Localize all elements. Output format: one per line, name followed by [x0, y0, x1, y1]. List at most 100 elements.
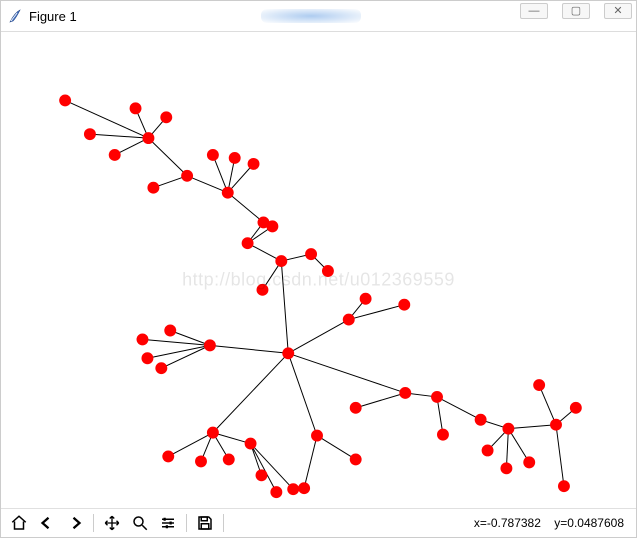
- graph-node: [570, 402, 582, 414]
- graph-node: [502, 423, 514, 435]
- graph-edge: [161, 345, 210, 368]
- graph-node: [431, 391, 443, 403]
- zoom-icon: [131, 514, 149, 532]
- graph-node: [475, 414, 487, 426]
- graph-node: [257, 284, 269, 296]
- graph-node: [298, 482, 310, 494]
- graph-edge: [288, 353, 317, 435]
- back-button[interactable]: [33, 510, 61, 536]
- navigation-toolbar: x=-0.787382 y=0.0487608: [1, 508, 636, 537]
- maximize-button[interactable]: ▢: [562, 3, 590, 19]
- graph-edge: [508, 425, 556, 429]
- graph-edge: [142, 339, 209, 345]
- graph-edge: [90, 134, 149, 138]
- graph-node: [207, 149, 219, 161]
- back-arrow-icon: [38, 514, 56, 532]
- graph-node: [248, 158, 260, 170]
- toolbar-separator: [223, 514, 224, 532]
- graph-node: [84, 128, 96, 140]
- graph-node: [533, 379, 545, 391]
- graph-node: [155, 362, 167, 374]
- graph-node: [222, 187, 234, 199]
- subplots-button[interactable]: [154, 510, 182, 536]
- home-icon: [10, 514, 28, 532]
- graph-node: [141, 352, 153, 364]
- graph-edge: [317, 436, 356, 460]
- graph-node: [322, 265, 334, 277]
- window-title: Figure 1: [29, 9, 77, 24]
- graph-node: [350, 453, 362, 465]
- pan-button[interactable]: [98, 510, 126, 536]
- graph-node: [207, 427, 219, 439]
- forward-button[interactable]: [61, 510, 89, 536]
- close-button[interactable]: ✕: [604, 3, 632, 19]
- graph-node: [59, 94, 71, 106]
- graph-node: [164, 325, 176, 337]
- graph-node: [343, 314, 355, 326]
- minimize-button[interactable]: —: [520, 3, 548, 19]
- toolbar-separator: [186, 514, 187, 532]
- graph-node: [550, 419, 562, 431]
- graph-node: [109, 149, 121, 161]
- toolbar-separator: [93, 514, 94, 532]
- graph-node: [223, 453, 235, 465]
- x-label: x=: [474, 516, 487, 530]
- graph-node: [147, 182, 159, 194]
- graph-edge: [304, 436, 317, 489]
- graph-node: [256, 469, 268, 481]
- graph-edge: [437, 397, 481, 420]
- graph-edge: [539, 385, 556, 425]
- plot-canvas[interactable]: http://blog.csdn.net/u012369559: [1, 32, 636, 508]
- graph-edge: [506, 429, 508, 469]
- graph-node: [311, 430, 323, 442]
- titlebar: Figure 1 — ▢ ✕: [1, 1, 636, 32]
- graph-node: [181, 170, 193, 182]
- graph-node: [266, 220, 278, 232]
- graph-node: [275, 255, 287, 267]
- graph-edge: [210, 345, 288, 353]
- graph-node: [195, 455, 207, 467]
- graph-edge: [228, 193, 264, 223]
- graph-edge: [148, 138, 187, 176]
- graph-node: [287, 483, 299, 495]
- zoom-button[interactable]: [126, 510, 154, 536]
- graph-node: [558, 480, 570, 492]
- graph-edge: [251, 444, 294, 490]
- artifact-smear: [261, 9, 361, 23]
- graph-node: [142, 132, 154, 144]
- graph-node: [242, 237, 254, 249]
- graph-node: [437, 429, 449, 441]
- network-graph: [1, 32, 636, 508]
- save-button[interactable]: [191, 510, 219, 536]
- graph-node: [500, 462, 512, 474]
- y-value: 0.0487608: [567, 516, 624, 530]
- tk-feather-icon: [7, 8, 23, 24]
- graph-edge: [556, 425, 564, 486]
- sliders-icon: [159, 514, 177, 532]
- graph-edge: [213, 353, 288, 432]
- graph-node: [160, 111, 172, 123]
- forward-arrow-icon: [66, 514, 84, 532]
- window-controls: — ▢ ✕: [520, 3, 632, 19]
- graph-node: [305, 248, 317, 260]
- graph-node: [282, 347, 294, 359]
- graph-node: [245, 438, 257, 450]
- graph-node: [130, 102, 142, 114]
- pan-icon: [103, 514, 121, 532]
- graph-edge: [288, 320, 348, 354]
- y-label: y=: [554, 516, 567, 530]
- graph-node: [482, 445, 494, 457]
- save-icon: [196, 514, 214, 532]
- graph-edge: [168, 433, 213, 457]
- graph-node: [137, 333, 149, 345]
- graph-edge: [349, 305, 405, 320]
- graph-node: [523, 456, 535, 468]
- graph-node: [350, 402, 362, 414]
- home-button[interactable]: [5, 510, 33, 536]
- graph-edge: [356, 393, 406, 408]
- graph-node: [399, 387, 411, 399]
- graph-node: [398, 299, 410, 311]
- graph-edge: [251, 444, 277, 493]
- graph-node: [204, 339, 216, 351]
- graph-node: [229, 152, 241, 164]
